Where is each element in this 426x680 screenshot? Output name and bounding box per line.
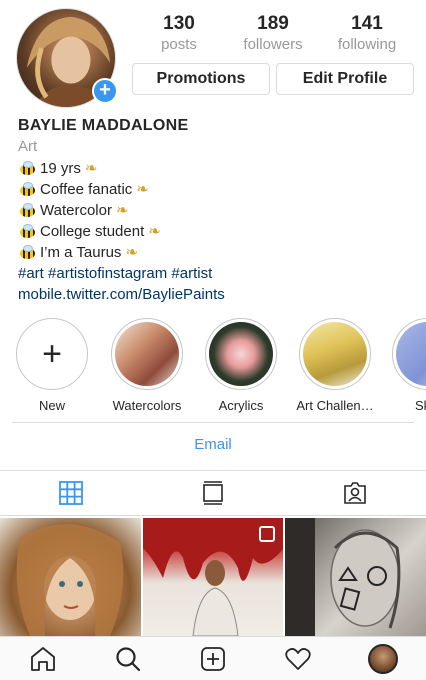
bio-line: Watercolor ❧ xyxy=(18,200,418,221)
tab-feed[interactable] xyxy=(142,471,284,515)
bio-text: Watercolor xyxy=(40,202,112,219)
bee-icon xyxy=(18,182,36,197)
post-image xyxy=(16,524,124,636)
bee-icon xyxy=(18,161,36,176)
following-count: 141 xyxy=(351,13,383,34)
profile-category: Art xyxy=(18,138,38,155)
highlight-ring xyxy=(392,318,426,390)
profile-tabs xyxy=(0,470,426,516)
profile-avatar-icon xyxy=(368,643,399,674)
post-thumbnail[interactable] xyxy=(0,518,141,636)
bio-text: 19 yrs xyxy=(40,160,81,177)
feed-icon xyxy=(203,481,223,505)
wheat-icon: ❧ xyxy=(148,223,161,240)
plus-icon: + xyxy=(42,335,62,373)
bio-text: I’m a Taurus xyxy=(40,244,122,261)
followers-label: followers xyxy=(243,36,303,53)
wheat-icon: ❧ xyxy=(84,160,98,177)
bio-line: 19 yrs ❧ xyxy=(18,158,418,179)
profile-header: + 130 posts 189 followers 141 following … xyxy=(0,0,426,112)
highlight-ring: + xyxy=(16,318,88,390)
profile-actions: Promotions Edit Profile xyxy=(132,63,414,95)
tagged-icon xyxy=(344,482,366,504)
new-post-icon xyxy=(201,646,225,671)
highlight-label: Watercolors xyxy=(112,398,182,413)
followers-count: 189 xyxy=(257,13,289,34)
highlight-label: Sket xyxy=(414,398,426,413)
stat-posts[interactable]: 130 posts xyxy=(132,12,226,54)
profile-avatar[interactable]: + xyxy=(16,8,118,108)
highlight-acrylics[interactable]: Acrylics xyxy=(201,318,281,414)
activity-icon xyxy=(285,647,311,670)
wheat-icon: ❧ xyxy=(136,181,149,198)
post-grid xyxy=(0,518,426,636)
bio-line: Coffee fanatic ❧ xyxy=(18,179,418,200)
promotions-button[interactable]: Promotions xyxy=(132,63,270,95)
highlight-cover xyxy=(396,322,426,386)
story-highlights: + New Watercolors Acrylics Art Challen… … xyxy=(0,318,426,418)
bio-link[interactable]: mobile.twitter.com/BayliePaints xyxy=(18,284,418,306)
multiple-posts-icon xyxy=(259,526,276,542)
profile-bio: BAYLIE MADDALONE Art 19 yrs ❧ Coffee fana… xyxy=(18,116,418,306)
nav-home[interactable] xyxy=(23,639,63,679)
posts-label: posts xyxy=(161,36,197,53)
post-thumbnail[interactable] xyxy=(285,518,426,636)
highlight-cover xyxy=(209,322,273,386)
profile-name: BAYLIE MADDALONE xyxy=(18,117,189,134)
highlight-label: Art Challen… xyxy=(296,398,374,413)
tab-tagged[interactable] xyxy=(284,471,426,515)
highlight-sketches[interactable]: Sket xyxy=(388,318,426,414)
bee-icon xyxy=(18,203,36,218)
bio-text: Coffee fanatic xyxy=(40,181,133,198)
email-button[interactable]: Email xyxy=(0,436,426,453)
edit-profile-button[interactable]: Edit Profile xyxy=(276,63,414,95)
home-icon xyxy=(30,646,55,671)
highlight-art-challenge[interactable]: Art Challen… xyxy=(295,318,375,414)
bee-icon xyxy=(18,245,36,260)
highlight-label: Acrylics xyxy=(218,398,264,413)
stat-followers[interactable]: 189 followers xyxy=(226,12,320,54)
tab-grid[interactable] xyxy=(0,471,142,515)
profile-stats: 130 posts 189 followers 141 following xyxy=(132,12,414,54)
nav-search[interactable] xyxy=(108,639,148,679)
bio-hashtags[interactable]: #art #artistofinstagram #artist xyxy=(18,263,418,284)
bee-icon xyxy=(18,224,36,239)
divider xyxy=(12,422,414,423)
highlight-cover xyxy=(115,322,179,386)
highlight-watercolors[interactable]: Watercolors xyxy=(107,318,187,414)
grid-icon xyxy=(59,481,83,505)
bottom-navigation xyxy=(0,636,426,680)
following-label: following xyxy=(337,36,397,53)
highlight-label: New xyxy=(38,398,65,413)
bio-line: I’m a Taurus ❧ xyxy=(18,242,418,263)
nav-profile[interactable] xyxy=(363,639,403,679)
search-icon xyxy=(116,646,140,671)
bio-text: College student xyxy=(40,223,145,240)
nav-new-post[interactable] xyxy=(193,639,233,679)
posts-count: 130 xyxy=(163,13,195,34)
bio-line: College student ❧ xyxy=(18,221,418,242)
highlight-ring xyxy=(205,318,277,390)
highlight-cover xyxy=(303,322,367,386)
highlight-new[interactable]: + New xyxy=(12,318,92,414)
highlight-ring xyxy=(111,318,183,390)
add-story-badge[interactable]: + xyxy=(92,78,118,104)
stat-following[interactable]: 141 following xyxy=(320,12,414,54)
wheat-icon: ❧ xyxy=(125,244,139,261)
post-thumbnail[interactable] xyxy=(142,518,284,636)
post-image xyxy=(285,518,401,636)
highlight-ring xyxy=(299,318,371,390)
wheat-icon: ❧ xyxy=(115,202,129,219)
nav-activity[interactable] xyxy=(278,639,318,679)
